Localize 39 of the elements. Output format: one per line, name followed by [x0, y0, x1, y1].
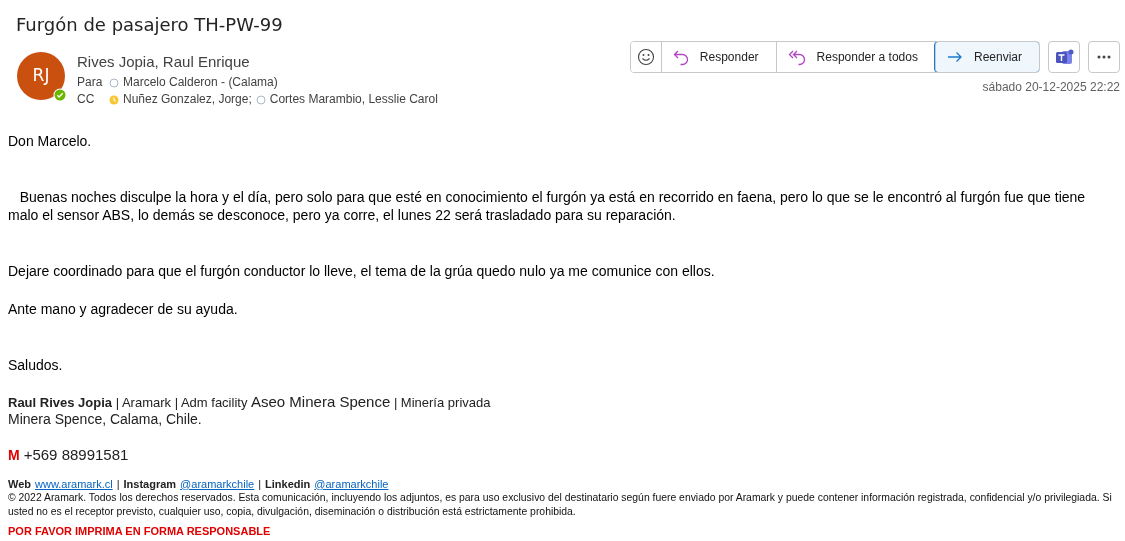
teams-app-icon — [1054, 47, 1074, 67]
phone-label: M — [8, 446, 20, 465]
status-icon — [109, 77, 119, 88]
paragraph: Dejare coordinado para que el furgón conductor lo lleve, el tema de la grúa quedo nulo ya me comunice con ellos. — [8, 262, 716, 280]
available-status-icon — [53, 88, 67, 102]
address-text: Minera Spence, Calama, Chile. — [8, 411, 203, 428]
reply-arrow-icon — [671, 48, 690, 66]
away-status-icon — [109, 94, 119, 105]
emoji-icon — [636, 48, 655, 66]
teams-button[interactable] — [1048, 41, 1080, 73]
date-text: sábado 20-12-2025 22:22 — [982, 79, 1120, 96]
link-label: Instagram — [123, 477, 177, 491]
forward-button[interactable]: Reenviar — [934, 42, 1039, 72]
reply-all-arrow-icon — [786, 48, 807, 66]
link[interactable]: @aramarkchile — [314, 477, 389, 491]
avatar[interactable]: RJ — [17, 52, 65, 100]
sender-name[interactable]: Rives Jopia, Raul Enrique — [77, 52, 630, 72]
paragraph: Don Marcelo. — [8, 132, 93, 150]
email-subject: Furgón de pasajero TH-PW-99 — [16, 13, 284, 37]
link[interactable]: @aramarkchile — [180, 477, 255, 491]
link-label: Linkedin — [265, 477, 311, 491]
separator-text: | — [258, 477, 262, 491]
signature-line: Raul Rives Jopia | Aramark | Adm facility Aseo Minera Spence | Minería privada — [8, 393, 492, 411]
recipient-name[interactable]: Cortes Marambio, Lesslie Carol — [269, 91, 438, 108]
recipient-name[interactable]: Marcelo Calderon - (Calama) — [123, 74, 278, 91]
paragraph: Saludos. — [8, 356, 64, 374]
more-icon — [1097, 55, 1111, 59]
separator-text: | — [116, 477, 120, 491]
recipient-label: CC — [77, 91, 96, 108]
paragraph: Ante mano y agradecer de su ayuda. — [8, 300, 239, 318]
phone-number: +569 88991581 — [23, 445, 129, 465]
recipient-name[interactable]: Nuñez Gonzalez, Jorge; — [123, 91, 252, 108]
print-notice: POR FAVOR IMPRIMA EN FORMA RESPONSABLE — [8, 524, 272, 538]
link[interactable]: www.aramark.cl — [35, 477, 113, 491]
recipient-label: Para — [77, 74, 103, 91]
disclaimer-text: © 2022 Aramark. Todos los derechos reservados. Esta comunicación, incluyendo los adjuntos, es para uso exclusivo del destinatario según fuere enviado por Aramark y puede contener información registrada, confidencial y/o privilegiada. Si usted no es el receptor previsto, cualquier uso, copia, divulgación, diseminación o distribución está estrictamente prohibida. — [8, 490, 1113, 519]
link-label: Web — [8, 477, 32, 491]
status-icon — [255, 94, 266, 105]
paragraph: Buenas noches disculpe la hora y el día, pero solo para que esté en conocimiento el furgón ya está en recorrido en faena, pero lo que se le encontró al furgón fue que tiene malo el sensor ABS, lo demás se desconoce, pero ya corre, el lunes 22 será trasladado para su reparación. — [8, 188, 1087, 224]
